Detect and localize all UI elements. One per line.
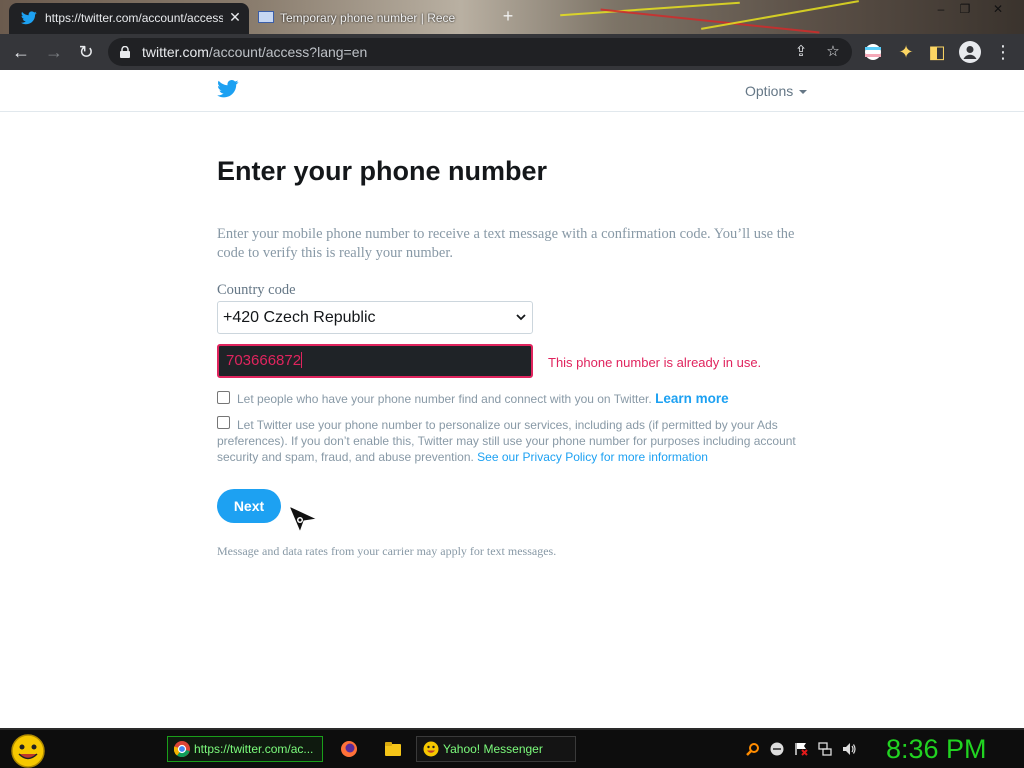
taskbar: https://twitter.com/ac... Yahoo! Messeng… (0, 728, 1024, 768)
minimize-icon[interactable]: – (928, 2, 954, 16)
maximize-icon[interactable]: ❐ (952, 2, 978, 16)
status-icon[interactable] (770, 742, 784, 756)
extensions-puzzle-icon[interactable]: ✦ (895, 41, 917, 63)
taskbar-task-chrome[interactable]: https://twitter.com/ac... (167, 736, 323, 762)
chrome-icon (174, 741, 190, 757)
url-text: twitter.com/account/access?lang=en (142, 44, 367, 60)
folder-icon[interactable] (384, 740, 402, 758)
twitter-bird-icon[interactable] (217, 80, 239, 98)
screen: https://twitter.com/account/access ✕ Tem… (0, 0, 1024, 768)
twitter-header: Options (0, 70, 1024, 112)
smiley-icon (423, 741, 439, 757)
taskbar-clock[interactable]: 8:36 PM (886, 734, 987, 765)
country-code-label: Country code (217, 282, 296, 298)
tab-title: https://twitter.com/account/access (45, 11, 223, 25)
account-avatar-icon[interactable] (959, 41, 981, 63)
task-label: Yahoo! Messenger (443, 742, 543, 756)
profile-flag-icon[interactable] (865, 44, 881, 60)
close-window-icon[interactable]: ✕ (985, 2, 1011, 16)
browser-toolbar: ← → ↻ twitter.com/account/access?lang=en… (0, 34, 1024, 70)
back-arrow-icon[interactable]: ← (10, 41, 32, 63)
learn-more-link[interactable]: Learn more (655, 391, 729, 406)
chevron-down-icon (516, 314, 526, 321)
share-icon[interactable]: ⇪ (792, 43, 810, 61)
mouse-cursor-icon (288, 505, 319, 533)
phone-number-input[interactable]: 703666872 (217, 344, 533, 378)
mail-icon (258, 11, 274, 23)
action-center-flag-icon[interactable] (794, 742, 808, 756)
new-tab-icon[interactable]: + (498, 6, 518, 26)
url-host: twitter.com (142, 44, 209, 60)
menu-kebab-icon[interactable]: ⋮ (992, 41, 1014, 63)
task-label: https://twitter.com/ac... (194, 742, 314, 756)
rates-disclaimer: Message and data rates from your carrier… (217, 544, 557, 558)
star-icon[interactable]: ☆ (824, 43, 842, 61)
caret-down-icon (799, 90, 808, 95)
address-bar[interactable]: twitter.com/account/access?lang=en ⇪ ☆ (108, 38, 852, 66)
privacy-policy-link[interactable]: See our Privacy Policy for more informat… (477, 450, 708, 464)
country-code-value: +420 Czech Republic (223, 309, 376, 326)
lock-icon (120, 46, 130, 58)
taskbar-task-yahoo-messenger[interactable]: Yahoo! Messenger (416, 736, 576, 762)
page-title: Enter your phone number (217, 156, 548, 186)
firefox-icon[interactable] (340, 740, 358, 758)
url-path: /account/access?lang=en (208, 44, 368, 60)
start-smiley-icon[interactable] (8, 732, 48, 768)
intro-text: Enter your mobile phone number to receiv… (217, 226, 795, 261)
discoverability-text: Let people who have your phone number fi… (237, 391, 797, 407)
tab-temporary-phone[interactable]: Temporary phone number | Rece (250, 3, 488, 34)
volume-icon[interactable] (842, 742, 856, 756)
options-label: Options (745, 83, 794, 99)
tab-twitter[interactable]: https://twitter.com/account/access ✕ (9, 3, 249, 34)
country-code-select[interactable]: +420 Czech Republic (217, 301, 533, 334)
twitter-bird-icon (21, 11, 37, 25)
close-tab-icon[interactable]: ✕ (227, 9, 243, 25)
tab-title: Temporary phone number | Rece (280, 11, 456, 25)
text-caret (301, 352, 303, 368)
browser-tab-strip: https://twitter.com/account/access ✕ Tem… (0, 0, 1024, 34)
phone-number-text: 703666872 (226, 352, 302, 369)
forward-arrow-icon[interactable]: → (43, 41, 65, 63)
next-button[interactable]: Next (217, 489, 281, 523)
phone-error-message: This phone number is already in use. (548, 355, 762, 370)
options-menu[interactable]: Options (745, 83, 808, 99)
network-icon[interactable] (818, 742, 832, 756)
reload-icon[interactable]: ↻ (75, 41, 97, 63)
discoverability-checkbox[interactable] (217, 391, 230, 404)
side-panel-icon[interactable]: ◧ (926, 41, 948, 63)
discoverability-label: Let people who have your phone number fi… (237, 392, 652, 406)
search-icon[interactable] (746, 742, 760, 756)
personalize-ads-text: Let Twitter use your phone number to per… (217, 417, 803, 465)
phone-number-value: 703666872 (226, 352, 303, 369)
